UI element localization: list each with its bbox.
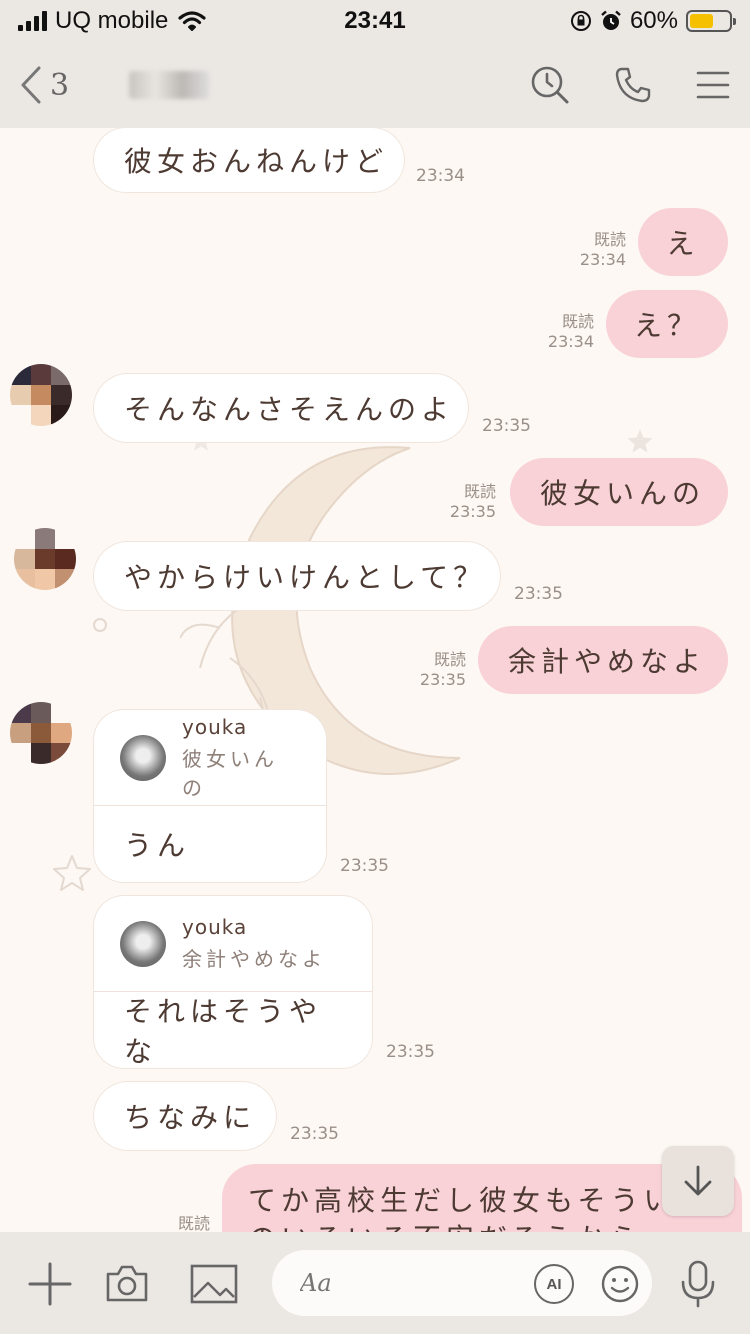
camera-button[interactable] [104, 1262, 150, 1304]
message-text: やからけいけんとして？ [124, 561, 487, 594]
message-bubble-incoming[interactable]: 彼女おんねんけど [94, 128, 404, 192]
read-receipt: 既読 23:35 [436, 482, 496, 522]
battery-icon [686, 10, 736, 32]
message-input[interactable] [300, 1269, 500, 1297]
avatar[interactable] [14, 528, 76, 590]
message-time: 23:35 [419, 670, 466, 689]
quoted-user-avatar [120, 734, 166, 781]
read-label: 既読 [177, 1214, 210, 1232]
dot-decoration [93, 618, 107, 632]
quoted-text: 余計やめなよ [182, 947, 326, 971]
menu-icon[interactable] [696, 70, 730, 100]
reply-quote-header[interactable]: youka 彼女いんの [94, 710, 326, 806]
battery-percent: 60% [629, 7, 678, 34]
read-label: 既読 [433, 650, 466, 669]
alarm-icon [601, 10, 621, 30]
search-clock-icon[interactable] [530, 65, 570, 105]
message-time: 23:35 [482, 416, 531, 436]
message-input-field[interactable]: AI [272, 1250, 652, 1316]
message-text-line2: のいろいろ不安だろうから [248, 1220, 642, 1232]
message-time: 23:35 [386, 1042, 435, 1062]
star-icon [627, 429, 653, 453]
camera-icon [106, 1265, 148, 1302]
avatar[interactable] [10, 702, 72, 764]
scroll-to-bottom-button[interactable] [662, 1146, 734, 1216]
quoted-text: 彼女いんの [182, 746, 278, 800]
message-input-bar: AI [0, 1232, 750, 1334]
microphone-icon [681, 1260, 715, 1308]
add-button[interactable] [28, 1262, 72, 1306]
reply-message[interactable]: youka 彼女いんの うん [94, 710, 326, 882]
image-icon [190, 1264, 238, 1304]
avatar[interactable] [10, 364, 72, 426]
chat-name-redacted [129, 71, 210, 99]
quoted-user-name: youka [182, 915, 248, 939]
message-time: 23:35 [514, 584, 563, 604]
message-text-line1: てか高校生だし彼女もそうい [248, 1184, 677, 1217]
plus-icon [28, 1262, 72, 1306]
status-bar: UQ mobile 23:41 60% [0, 0, 750, 42]
unread-count: 3 [50, 67, 70, 103]
chat-area[interactable]: 彼女おんねんけど 23:34 既読 23:34 え 既読 23:34 え？ そん… [0, 128, 750, 1232]
ai-icon: AI [546, 1275, 562, 1293]
message-time: 23:34 [579, 250, 626, 269]
message-text: うん [124, 829, 191, 862]
message-time: 23:35 [340, 856, 389, 876]
message-bubble-incoming[interactable]: やからけいけんとして？ [94, 542, 500, 610]
image-button[interactable] [190, 1264, 238, 1304]
reply-message[interactable]: youka 余計やめなよ それはそうやな [94, 896, 372, 1068]
message-bubble-outgoing[interactable]: 彼女いんの [510, 458, 728, 526]
message-text: え？ [633, 309, 700, 342]
message-text: 余計やめなよ [508, 645, 707, 678]
quoted-user-name: youka [182, 714, 248, 739]
message-time: 23:34 [416, 166, 465, 186]
message-text: それはそうやな [124, 995, 323, 1068]
message-bubble-outgoing[interactable]: 余計やめなよ [478, 626, 728, 694]
emoji-button[interactable] [600, 1264, 640, 1304]
read-receipt: 既読 23:35 [406, 650, 466, 690]
phone-icon[interactable] [614, 66, 652, 104]
message-bubble-outgoing[interactable]: え [638, 208, 728, 276]
message-text: 彼女おんねんけど [124, 145, 389, 178]
message-time: 23:35 [290, 1124, 339, 1144]
quoted-user-avatar [120, 920, 166, 967]
arrow-down-icon [684, 1165, 712, 1196]
ai-button[interactable]: AI [534, 1264, 574, 1304]
message-time: 23:34 [547, 332, 594, 351]
read-receipt: 既読 [150, 1214, 210, 1232]
message-text: ちなみに [124, 1101, 257, 1134]
emoji-icon [601, 1265, 639, 1303]
read-label: 既読 [463, 482, 496, 501]
message-text: そんなんさそえんのよ [124, 393, 455, 426]
read-receipt: 既読 23:34 [566, 230, 626, 270]
message-bubble-incoming[interactable]: そんなんさそえんのよ [94, 374, 468, 442]
message-bubble-outgoing[interactable]: え？ [606, 290, 728, 358]
wifi-icon [178, 11, 206, 31]
message-time: 23:35 [449, 502, 496, 521]
chat-header: 3 [0, 42, 750, 128]
star-icon [53, 855, 91, 891]
message-text: 彼女いんの [540, 477, 706, 510]
carrier-name: UQ mobile [55, 7, 169, 34]
signal-icon [18, 11, 47, 31]
read-label: 既読 [593, 230, 626, 249]
back-chevron-icon [21, 66, 41, 104]
read-receipt: 既読 23:34 [534, 312, 594, 352]
voice-button[interactable] [678, 1260, 718, 1308]
back-button[interactable]: 3 [20, 66, 69, 104]
message-bubble-incoming[interactable]: ちなみに [94, 1082, 276, 1150]
battery-level [690, 14, 713, 28]
message-text: え [666, 227, 700, 260]
orientation-lock-icon [570, 11, 591, 31]
read-label: 既読 [561, 312, 594, 331]
reply-quote-header[interactable]: youka 余計やめなよ [94, 896, 372, 992]
